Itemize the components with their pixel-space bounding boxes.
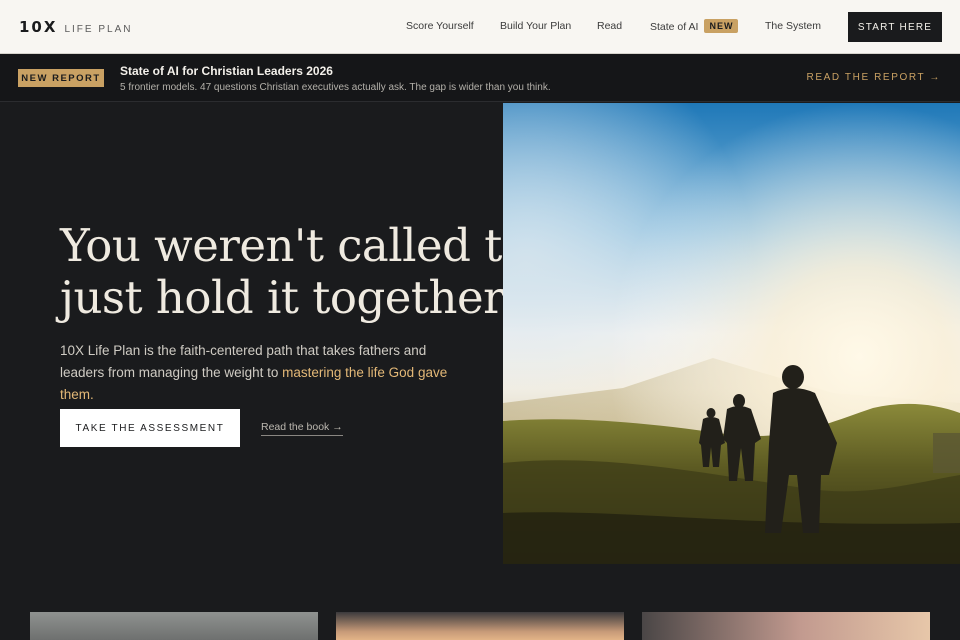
read-report-link[interactable]: READ THE REPORT → xyxy=(807,72,941,83)
report-banner: NEW REPORT State of AI for Christian Lea… xyxy=(0,54,960,102)
new-report-badge: NEW REPORT xyxy=(18,69,104,87)
card-thumbnail-3[interactable] xyxy=(642,612,930,640)
nav-build-your-plan[interactable]: Build Your Plan xyxy=(500,20,571,32)
nav-state-of-ai[interactable]: State of AI NEW xyxy=(650,19,739,33)
take-assessment-button[interactable]: TAKE THE ASSESSMENT xyxy=(60,409,240,447)
new-badge: NEW xyxy=(704,19,739,33)
card-thumbnail-2[interactable] xyxy=(336,612,624,640)
card-thumbnail-1[interactable] xyxy=(30,612,318,640)
top-nav: 10X LIFE PLAN Score Yourself Build Your … xyxy=(0,0,960,54)
logo-mark: 10X xyxy=(19,18,58,36)
logo[interactable]: 10X LIFE PLAN xyxy=(19,18,132,36)
hero-subtitle: 10X Life Plan is the faith-centered path… xyxy=(60,340,460,406)
nav-score-yourself[interactable]: Score Yourself xyxy=(406,20,474,32)
hero-title-line-1: You weren't called to xyxy=(60,219,529,272)
nav-state-of-ai-label: State of AI xyxy=(650,21,699,33)
nav-the-system[interactable]: The System xyxy=(765,20,821,32)
read-book-link[interactable]: Read the book → xyxy=(261,421,343,436)
start-here-button[interactable]: START HERE xyxy=(848,12,942,42)
logo-text: LIFE PLAN xyxy=(64,24,133,35)
hero-photo xyxy=(503,103,960,564)
banner-title: State of AI for Christian Leaders 2026 xyxy=(120,64,333,78)
hero-title-line-2: just hold it together. xyxy=(60,271,513,324)
hero-title: You weren't called to just hold it toget… xyxy=(60,219,529,324)
nav-read[interactable]: Read xyxy=(597,20,622,32)
banner-subtitle: 5 frontier models. 47 questions Christia… xyxy=(120,82,551,93)
